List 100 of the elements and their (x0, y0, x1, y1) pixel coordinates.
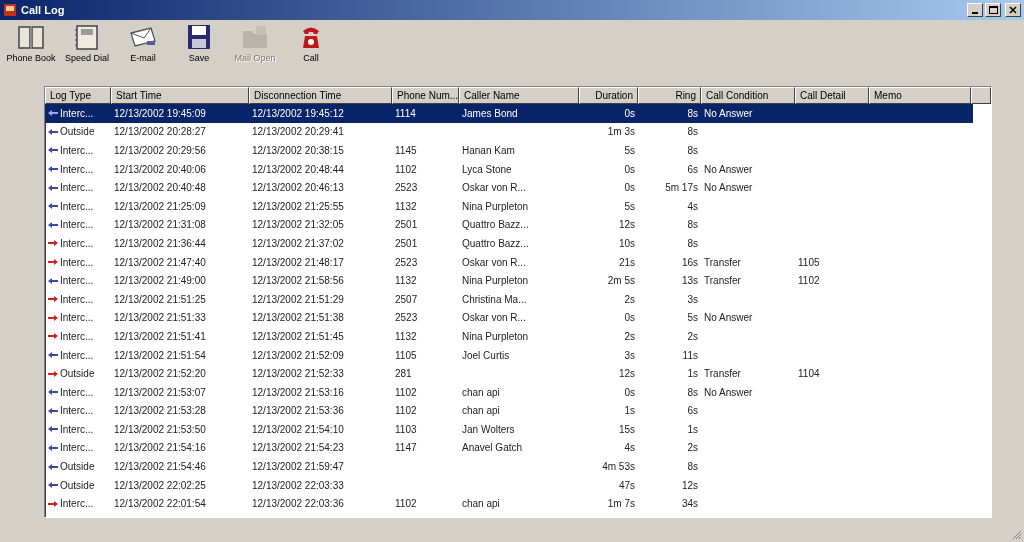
table-cell: Interc... (60, 182, 94, 194)
table-cell: 12/13/2002 21:51:41 (114, 330, 206, 342)
column-header[interactable]: Call Detail (795, 87, 869, 104)
table-cell: 2s (687, 442, 698, 454)
table-cell: 12/13/2002 21:36:44 (114, 237, 206, 249)
table-cell: 12/13/2002 21:25:09 (114, 200, 206, 212)
table-cell: Outside (60, 479, 95, 491)
table-cell: 2507 (395, 293, 418, 305)
left-arrow-icon (47, 406, 59, 415)
table-cell: Interc... (60, 219, 94, 231)
table-cell: Oskar von R... (462, 256, 526, 268)
table-cell: 1102 (395, 498, 417, 510)
table-cell: Interc... (60, 312, 94, 324)
toolbar-button[interactable]: E-mail (116, 22, 170, 76)
table-cell: No Answer (704, 163, 753, 175)
table-cell: 12/13/2002 20:46:13 (252, 182, 344, 194)
table-cell: 2s (624, 293, 635, 305)
table-cell: No Answer (704, 182, 753, 194)
column-header[interactable]: Start Time (111, 87, 249, 104)
table-cell: 8s (687, 126, 698, 138)
table-cell: 12/13/2002 19:45:09 (114, 107, 206, 119)
table-cell: 12/13/2002 21:51:45 (252, 330, 344, 342)
table-cell: 1102 (798, 275, 820, 287)
column-header[interactable]: Call Condition (701, 87, 795, 104)
table-cell: No Answer (704, 107, 753, 119)
maximize-icon (988, 6, 998, 14)
table-cell: 12/13/2002 21:52:33 (252, 368, 344, 380)
right-arrow-icon (47, 369, 59, 378)
table-cell: 12/13/2002 21:53:36 (252, 405, 344, 417)
table-cell: 21s (618, 256, 635, 268)
table-cell: James Bond (462, 107, 518, 119)
column-header[interactable]: Phone Num... (392, 87, 459, 104)
table-cell: 1m 7s (607, 498, 635, 510)
table-cell: Interc... (60, 107, 94, 119)
table-cell: Interc... (60, 163, 94, 175)
toolbar-button[interactable]: Call (284, 22, 338, 76)
table-cell: 12/13/2002 21:51:38 (252, 312, 344, 324)
table-cell: Lyca Stone (462, 163, 512, 175)
table-cell: Outside (60, 368, 95, 380)
column-header[interactable]: Caller Name (459, 87, 579, 104)
table-cell: Transfer (704, 368, 741, 380)
left-arrow-icon (47, 183, 59, 192)
table-cell: Interc... (60, 349, 94, 361)
table-cell: 2501 (395, 237, 418, 249)
table-cell: Interc... (60, 275, 94, 287)
toolbar-button[interactable]: Phone Book (4, 22, 58, 76)
table-cell: 12/13/2002 20:28:27 (114, 126, 206, 138)
table-cell: 4m 53s (602, 461, 635, 473)
close-button[interactable] (1005, 3, 1021, 17)
table-cell: 34s (681, 498, 698, 510)
table-cell: 1105 (395, 349, 417, 361)
table-cell: 12/13/2002 21:52:20 (114, 368, 206, 380)
table-cell: 13s (681, 275, 698, 287)
table-cell: Nina Purpleton (462, 200, 529, 212)
table-cell: 4s (624, 442, 635, 454)
toolbar-button[interactable]: Speed Dial (60, 22, 114, 76)
column-header[interactable]: Ring (638, 87, 701, 104)
column-header[interactable]: Memo (869, 87, 971, 104)
table-cell: No Answer (704, 312, 753, 324)
table-cell: Interc... (60, 237, 94, 249)
table-cell: Transfer (704, 256, 741, 268)
left-arrow-icon (47, 146, 59, 155)
close-icon (1009, 6, 1017, 14)
table-cell: 1s (687, 423, 698, 435)
table-cell: Nina Purpleton (462, 330, 529, 342)
column-header[interactable]: Disconnection Time (249, 87, 392, 104)
resize-grip-icon[interactable] (1012, 530, 1022, 540)
right-arrow-icon (47, 499, 59, 508)
toolbar-button[interactable]: Save (172, 22, 226, 76)
left-arrow-icon (47, 127, 59, 136)
right-arrow-icon (47, 258, 59, 267)
column-header[interactable]: Log Type (45, 87, 111, 104)
table-cell: 6s (687, 163, 698, 175)
left-arrow-icon (47, 425, 59, 434)
table-cell: 8s (687, 237, 698, 249)
table-cell: 12/13/2002 21:25:55 (252, 200, 344, 212)
table-cell: 1102 (395, 405, 417, 417)
table-cell: 10s (618, 237, 635, 249)
selected-row-highlight[interactable]: Interc... 12/13/2002 19:45:09 12/13/2002 19:45:12 1114 James Bond 0s 8s No Answer (45, 104, 973, 123)
table-cell: 0s (624, 312, 635, 324)
table-cell: Anavel Gatch (462, 442, 523, 454)
left-arrow-icon (47, 462, 59, 471)
table-cell: 12/13/2002 21:52:09 (252, 349, 344, 361)
table-cell: 12s (618, 368, 635, 380)
table-cell: Interc... (60, 498, 94, 510)
table-cell: 1m 3s (607, 126, 635, 138)
table-cell: 12/13/2002 21:54:10 (252, 423, 344, 435)
table-cell: 2s (624, 330, 635, 342)
table-cell: 47s (618, 479, 635, 491)
table-cell: 3s (624, 349, 635, 361)
maximize-button[interactable] (985, 3, 1001, 17)
table-cell: 12/13/2002 21:53:16 (252, 386, 344, 398)
table-cell: 0s (624, 386, 635, 398)
table-cell: 12/13/2002 22:03:36 (252, 498, 344, 510)
table-cell: Hanan Kam (462, 145, 515, 156)
table-cell: 12/13/2002 21:49:00 (114, 275, 206, 287)
table-cell: Outside (60, 461, 95, 473)
column-header[interactable]: Duration (579, 87, 638, 104)
minimize-button[interactable] (967, 3, 983, 17)
left-arrow-icon (47, 109, 59, 118)
